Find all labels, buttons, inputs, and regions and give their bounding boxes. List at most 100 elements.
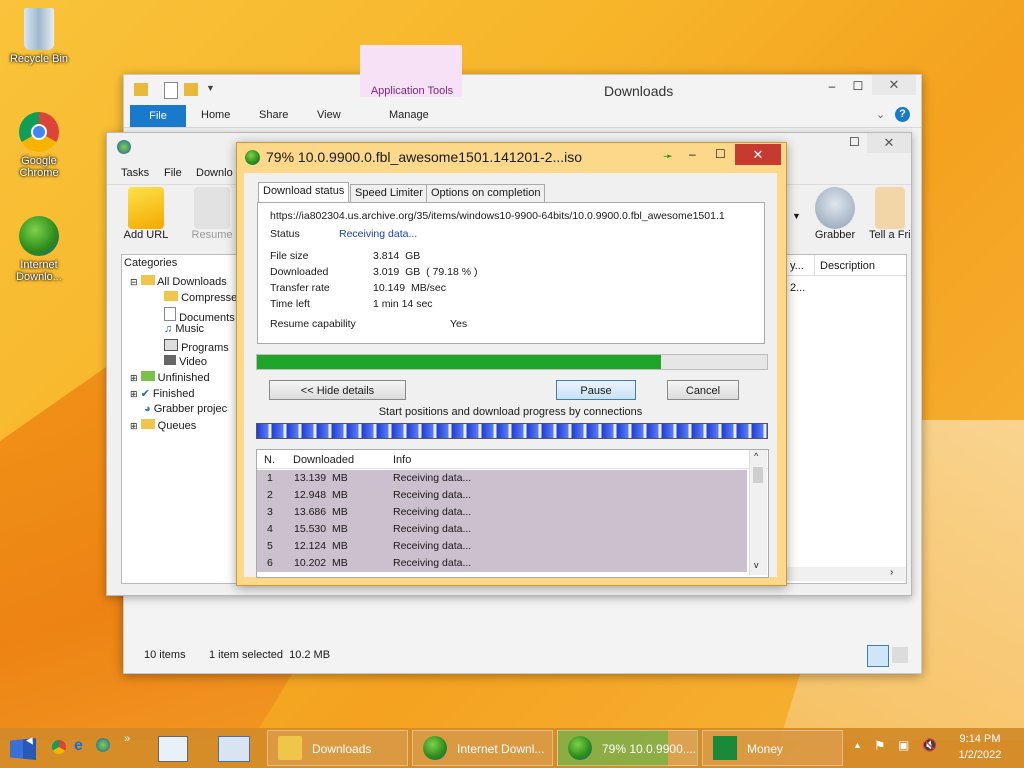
minimize-icon[interactable]: – xyxy=(824,79,840,93)
cancel-button[interactable]: Cancel xyxy=(667,380,739,400)
clock-date[interactable]: 1/2/2022 xyxy=(955,749,1005,761)
properties-icon[interactable] xyxy=(164,82,178,99)
maximize-icon[interactable]: ☐ xyxy=(850,79,866,93)
resume-button[interactable]: Resume xyxy=(187,187,237,241)
tab-options-on-completion[interactable]: Options on completion xyxy=(426,184,546,203)
toolbar-dropdown-icon[interactable]: ▼ xyxy=(792,211,801,221)
table-row[interactable]: 5 12.124 MB Receiving data... xyxy=(257,538,747,555)
pinned-control-panel-icon[interactable] xyxy=(218,736,250,762)
large-icons-view-icon[interactable] xyxy=(892,647,908,663)
file-size-value: 3.814 GB xyxy=(373,250,421,262)
grabber-button[interactable]: Grabber xyxy=(807,187,863,241)
menu-tasks[interactable]: Tasks xyxy=(121,167,149,179)
vertical-scrollbar[interactable]: ^ v xyxy=(749,450,767,575)
connections-list[interactable]: N. Downloaded Info 1 13.139 MB Receiving d… xyxy=(256,449,769,578)
column-header-downloaded[interactable]: Downloaded xyxy=(293,454,354,466)
download-dialog[interactable]: 79% 10.0.9900.0.fbl_awesome1501.141201-2… xyxy=(236,142,787,586)
idm-quicklaunch-icon[interactable] xyxy=(96,738,110,752)
column-header-n[interactable]: N. xyxy=(264,454,275,466)
expand-icon[interactable]: ⊞ xyxy=(130,373,138,383)
time-left-label: Time left xyxy=(270,298,310,310)
scroll-down-icon[interactable]: v xyxy=(754,560,759,570)
chrome-quicklaunch-icon[interactable] xyxy=(52,740,66,754)
add-url-icon xyxy=(128,187,164,229)
network-icon[interactable]: ▣ xyxy=(898,738,909,752)
tab-file[interactable]: File xyxy=(130,105,186,127)
tab-home[interactable]: Home xyxy=(201,109,230,121)
details-view-icon[interactable] xyxy=(867,645,889,667)
finished-check-icon: ✔ xyxy=(140,388,150,400)
horizontal-scrollbar[interactable]: › xyxy=(786,567,906,581)
desktop-icon-chrome[interactable]: Google Chrome xyxy=(4,112,74,179)
categories-title: Categories xyxy=(124,257,178,269)
expand-icon[interactable]: ⊞ xyxy=(130,421,138,431)
idm-close-icon[interactable]: ✕ xyxy=(867,133,911,153)
tree-item-music[interactable]: ♫ Music xyxy=(164,323,204,335)
close-icon[interactable]: ✕ xyxy=(735,144,781,165)
resume-label: Resume xyxy=(191,229,233,241)
download-list-panel[interactable]: y... Description 2... › xyxy=(785,254,907,584)
idm-maximize-icon[interactable]: ☐ xyxy=(849,135,865,149)
desktop-icon-recycle-bin[interactable]: Recycle Bin xyxy=(4,8,74,65)
tree-item-programs[interactable]: Programs xyxy=(164,339,229,354)
column-header-description[interactable]: Description xyxy=(820,260,875,272)
ribbon-expand-icon[interactable]: ⌄ xyxy=(876,108,885,121)
tree-item-finished[interactable]: ⊞ ✔ Finished xyxy=(130,387,194,400)
tab-view[interactable]: View xyxy=(317,109,341,121)
internet-explorer-icon[interactable]: e xyxy=(74,737,83,755)
table-row[interactable]: 3 13.686 MB Receiving data... xyxy=(257,504,747,521)
pinned-app-icon[interactable] xyxy=(158,736,188,762)
tab-download-status[interactable]: Download status xyxy=(258,182,350,204)
menu-downloads[interactable]: Downlo xyxy=(196,167,233,179)
column-header-partial[interactable]: y... xyxy=(790,260,804,272)
column-header-info[interactable]: Info xyxy=(393,454,411,466)
tab-speed-limiter[interactable]: Speed Limiter xyxy=(350,184,428,203)
tree-item-unfinished[interactable]: ⊞ Unfinished xyxy=(130,371,210,384)
table-row[interactable]: 2 12.948 MB Receiving data... xyxy=(257,487,747,504)
connections-list-header: N. Downloaded Info xyxy=(257,450,768,469)
new-folder-icon[interactable] xyxy=(184,83,198,96)
minimize-icon[interactable]: – xyxy=(689,147,696,161)
scroll-up-icon[interactable]: ^ xyxy=(754,451,758,461)
tab-share[interactable]: Share xyxy=(259,109,288,121)
hide-details-button[interactable]: << Hide details xyxy=(269,380,406,400)
cell-info: Receiving data... xyxy=(393,489,472,501)
progress-bar-fill xyxy=(257,355,661,369)
tree-item-grabber-projects[interactable]: ◕ Grabber projec xyxy=(144,403,227,415)
add-url-button[interactable]: Add URL xyxy=(121,187,171,241)
table-row[interactable]: 4 15.530 MB Receiving data... xyxy=(257,521,747,538)
minimize-to-tray-icon[interactable]: ➛ xyxy=(663,149,673,163)
quicklaunch-overflow-icon[interactable]: » xyxy=(124,733,130,745)
volume-muted-icon[interactable]: 🔇 xyxy=(922,738,937,752)
help-icon[interactable]: ? xyxy=(895,107,910,122)
tree-item-all-downloads[interactable]: ⊟ All Downloads xyxy=(130,275,227,288)
action-center-flag-icon[interactable]: ⚑ xyxy=(874,738,886,754)
taskbar-button-money[interactable]: Money xyxy=(702,730,843,766)
expand-icon[interactable]: ⊞ xyxy=(130,389,138,399)
tab-manage[interactable]: Manage xyxy=(389,109,429,121)
menu-file[interactable]: File xyxy=(164,167,182,179)
clock-time[interactable]: 9:14 PM xyxy=(955,733,1005,745)
maximize-icon[interactable]: ☐ xyxy=(715,147,726,161)
tray-overflow-icon[interactable]: ▲ xyxy=(853,740,862,750)
tree-item-documents[interactable]: Documents xyxy=(164,307,235,324)
table-row[interactable]: 1 13.139 MB Receiving data... xyxy=(257,470,747,487)
add-url-label: Add URL xyxy=(123,229,169,241)
taskbar-button-idm[interactable]: Internet Downl... xyxy=(412,730,553,766)
close-icon[interactable]: ✕ xyxy=(872,75,916,95)
taskbar-button-downloads[interactable]: Downloads xyxy=(267,730,408,766)
tree-item-compressed[interactable]: Compresse xyxy=(164,291,237,304)
pause-button[interactable]: Pause xyxy=(556,380,636,400)
taskbar-button-download-progress[interactable]: 79% 10.0.9900.... xyxy=(557,730,698,766)
expand-icon[interactable]: ⊟ xyxy=(130,277,138,287)
explorer-titlebar[interactable]: ▼ Application Tools Downloads – ☐ ✕ xyxy=(124,45,921,105)
chevron-down-icon[interactable]: ▼ xyxy=(206,83,215,93)
tree-item-video[interactable]: Video xyxy=(164,355,207,368)
tree-item-queues[interactable]: ⊞ Queues xyxy=(130,419,196,432)
desktop-icon-idm[interactable]: Internet Downlo... xyxy=(4,216,74,283)
table-row[interactable]: 6 10.202 MB Receiving data... xyxy=(257,555,747,572)
scroll-right-icon[interactable]: › xyxy=(890,567,893,578)
tell-friend-button[interactable]: Tell a Fri xyxy=(869,187,911,241)
scrollbar-thumb[interactable] xyxy=(753,467,763,483)
status-item-count: 10 items xyxy=(144,649,186,661)
